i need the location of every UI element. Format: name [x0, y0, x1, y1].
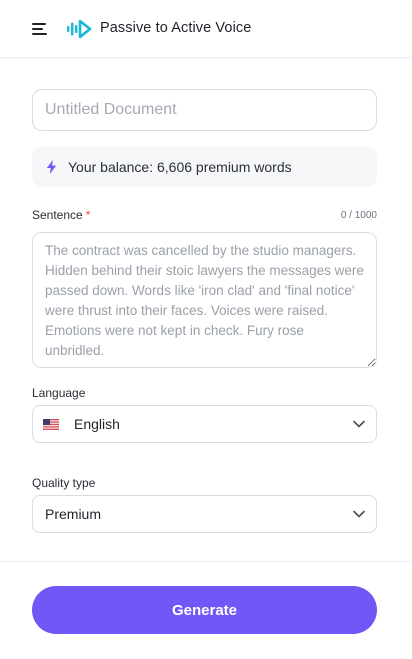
voice-logo-icon [67, 19, 92, 39]
required-marker: * [85, 208, 91, 222]
balance-banner: Your balance: 6,606 premium words [32, 147, 377, 187]
sentence-label: Sentence * [32, 208, 90, 222]
generate-button[interactable]: Generate [32, 586, 377, 634]
sentence-label-text: Sentence [32, 208, 83, 222]
sentence-textarea[interactable] [32, 232, 377, 368]
character-counter: 0 / 1000 [340, 209, 377, 221]
chevron-down-icon [353, 420, 365, 428]
language-label: Language [32, 386, 86, 400]
footer-divider [0, 561, 412, 562]
sentence-label-row: Sentence * 0 / 1000 [32, 207, 377, 223]
hamburger-menu-icon[interactable] [32, 22, 48, 36]
quality-select[interactable]: Premium [32, 495, 377, 533]
quality-label: Quality type [32, 476, 96, 490]
balance-text: Your balance: 6,606 premium words [68, 159, 292, 175]
document-title-input[interactable] [32, 89, 377, 131]
quality-value: Premium [45, 506, 102, 522]
us-flag-icon [43, 418, 59, 430]
lightning-bolt-icon [46, 160, 57, 174]
app-header: Passive to Active Voice [0, 0, 412, 58]
language-value: English [74, 416, 120, 432]
app-title: Passive to Active Voice [100, 20, 252, 36]
chevron-down-icon [353, 510, 365, 518]
language-select[interactable]: English [32, 405, 377, 443]
